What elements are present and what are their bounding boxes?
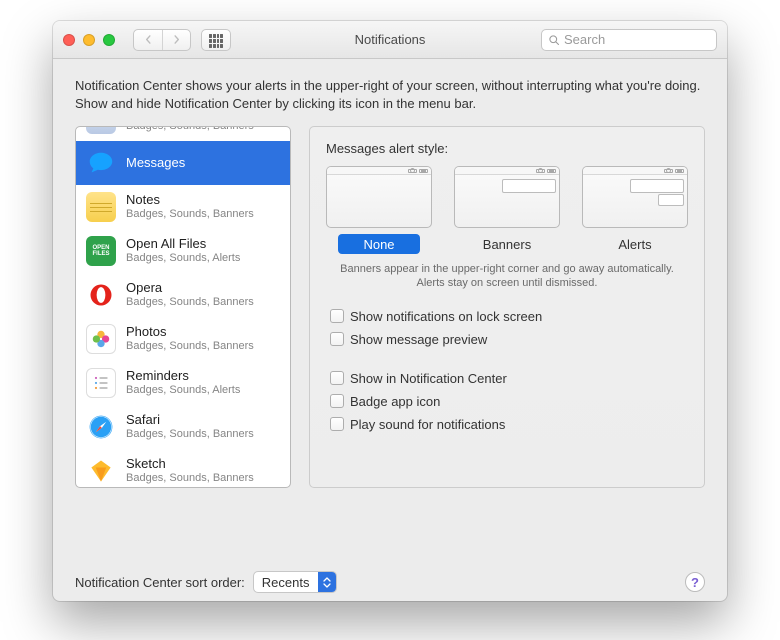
item-name: Opera: [126, 281, 254, 296]
checkbox-icon: [330, 417, 344, 431]
item-name: Messages: [126, 156, 185, 171]
alert-style-explain: Banners appear in the upper-right corner…: [330, 262, 684, 291]
search-icon: [548, 34, 560, 46]
mail-icon: [86, 126, 116, 134]
preferences-window: Notifications Search Notification Center…: [53, 21, 727, 601]
checkbox-icon: [330, 332, 344, 346]
panes: MailBadges, Sounds, Banners Messages: [75, 126, 705, 488]
zoom-button[interactable]: [103, 34, 115, 46]
item-sub: Badges, Sounds, Alerts: [126, 384, 240, 397]
item-sub: Badges, Sounds, Banners: [126, 126, 254, 133]
notes-icon: [86, 192, 116, 222]
list-item[interactable]: NotesBadges, Sounds, Banners: [76, 185, 290, 229]
sort-order-popup[interactable]: Recents: [253, 571, 337, 593]
nav-segment: [133, 29, 191, 51]
item-name: Notes: [126, 193, 254, 208]
list-item[interactable]: Messages: [76, 141, 290, 185]
checkbox-badge-icon[interactable]: Badge app icon: [330, 392, 688, 411]
chevron-right-icon: [172, 35, 181, 44]
back-button[interactable]: [134, 30, 162, 50]
item-sub: Badges, Sounds, Banners: [126, 428, 254, 441]
app-list[interactable]: MailBadges, Sounds, Banners Messages: [75, 126, 291, 488]
list-item[interactable]: SafariBadges, Sounds, Banners: [76, 405, 290, 449]
item-name: Reminders: [126, 369, 240, 384]
forward-button[interactable]: [162, 30, 190, 50]
checkbox-label: Badge app icon: [350, 394, 440, 409]
alert-style-preview-none: [326, 166, 432, 228]
alert-style-option-none[interactable]: None: [326, 166, 432, 254]
checkbox-label: Play sound for notifications: [350, 417, 505, 432]
sort-order-label: Notification Center sort order:: [75, 575, 245, 590]
show-all-segment: [201, 29, 231, 51]
reminders-icon: [86, 368, 116, 398]
help-button[interactable]: ?: [685, 572, 705, 592]
alert-style-title: Messages alert style:: [326, 141, 688, 156]
checkbox-play-sound[interactable]: Play sound for notifications: [330, 415, 688, 434]
item-name: Sketch: [126, 457, 254, 472]
item-sub: Badges, Sounds, Banners: [126, 472, 254, 485]
list-item[interactable]: OPENFILES Open All FilesBadges, Sounds, …: [76, 229, 290, 273]
list-item[interactable]: MailBadges, Sounds, Banners: [76, 126, 290, 141]
checkbox-show-in-nc[interactable]: Show in Notification Center: [330, 369, 688, 388]
alert-style-picker: None Banners Alerts: [326, 166, 688, 254]
checkbox-lock-screen[interactable]: Show notifications on lock screen: [330, 307, 688, 326]
open-all-files-icon: OPENFILES: [86, 236, 116, 266]
alert-style-preview-alerts: [582, 166, 688, 228]
traffic-lights: [63, 34, 115, 46]
checkbox-icon: [330, 309, 344, 323]
footer-bar: Notification Center sort order: Recents …: [53, 549, 727, 601]
alert-style-label: Alerts: [594, 234, 676, 254]
item-name: Safari: [126, 413, 254, 428]
list-item[interactable]: RemindersBadges, Sounds, Alerts: [76, 361, 290, 405]
alert-style-preview-banners: [454, 166, 560, 228]
checkbox-label: Show in Notification Center: [350, 371, 507, 386]
checkbox-message-preview[interactable]: Show message preview: [330, 330, 688, 349]
chevron-left-icon: [144, 35, 153, 44]
sketch-icon: [86, 456, 116, 486]
checkbox-icon: [330, 394, 344, 408]
list-item[interactable]: PhotosBadges, Sounds, Banners: [76, 317, 290, 361]
alert-style-option-banners[interactable]: Banners: [454, 166, 560, 254]
show-all-button[interactable]: [202, 30, 230, 51]
search-placeholder: Search: [564, 32, 605, 47]
messages-icon: [86, 148, 116, 178]
help-icon: ?: [691, 575, 699, 590]
photos-icon: [86, 324, 116, 354]
options-group: Show notifications on lock screen Show m…: [326, 307, 688, 434]
close-button[interactable]: [63, 34, 75, 46]
checkbox-icon: [330, 371, 344, 385]
window-toolbar: Notifications Search: [53, 21, 727, 59]
content-area: Notification Center shows your alerts in…: [53, 59, 727, 549]
alert-style-option-alerts[interactable]: Alerts: [582, 166, 688, 254]
list-item[interactable]: SketchBadges, Sounds, Banners: [76, 449, 290, 488]
item-sub: Badges, Sounds, Banners: [126, 208, 254, 221]
checkbox-label: Show notifications on lock screen: [350, 309, 542, 324]
sort-order-value: Recents: [254, 575, 318, 590]
grid-icon: [209, 34, 223, 48]
opera-icon: [86, 280, 116, 310]
minimize-button[interactable]: [83, 34, 95, 46]
alert-style-label: None: [338, 234, 420, 254]
checkbox-label: Show message preview: [350, 332, 487, 347]
item-sub: Badges, Sounds, Alerts: [126, 252, 240, 265]
item-sub: Badges, Sounds, Banners: [126, 340, 254, 353]
detail-panel: Messages alert style: None Banners Alert…: [309, 126, 705, 488]
safari-icon: [86, 412, 116, 442]
intro-text: Notification Center shows your alerts in…: [75, 77, 705, 112]
search-field[interactable]: Search: [541, 29, 717, 51]
item-name: Open All Files: [126, 237, 240, 252]
alert-style-label: Banners: [466, 234, 548, 254]
item-sub: Badges, Sounds, Banners: [126, 296, 254, 309]
item-name: Photos: [126, 325, 254, 340]
list-item[interactable]: OperaBadges, Sounds, Banners: [76, 273, 290, 317]
popup-arrows-icon: [318, 572, 336, 592]
